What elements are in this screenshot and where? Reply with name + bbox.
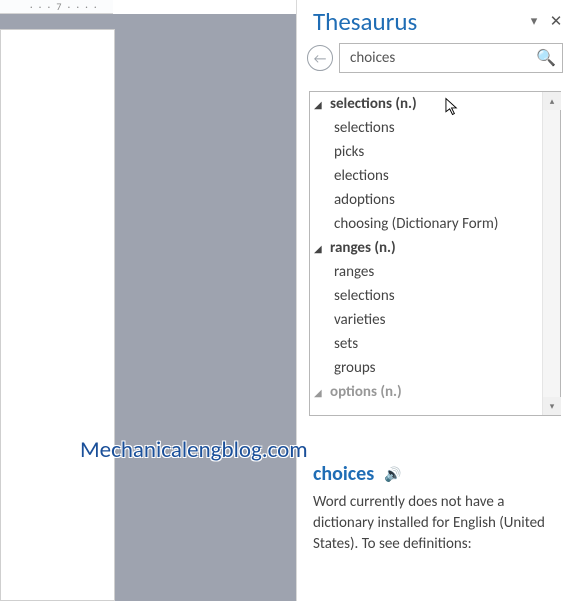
synonym-item[interactable]: varieties: [310, 308, 542, 332]
search-icon[interactable]: 🔍: [536, 48, 556, 68]
synonym-item[interactable]: picks: [310, 140, 542, 164]
group-header-label: options (n.): [330, 383, 402, 401]
pane-header: Thesaurus ▾ ✕: [297, 0, 573, 43]
search-input[interactable]: [350, 49, 536, 67]
synonym-item[interactable]: ranges: [310, 260, 542, 284]
synonym-item[interactable]: adoptions: [310, 188, 542, 212]
synonym-item[interactable]: elections: [310, 164, 542, 188]
collapse-arrow-icon: ◢: [314, 386, 328, 399]
back-arrow-icon: ←: [314, 50, 327, 67]
collapse-arrow-icon: ◢: [314, 98, 328, 111]
collapse-arrow-icon: ◢: [314, 242, 328, 255]
search-row: ← 🔍: [297, 43, 573, 81]
scrollbar[interactable]: ▴ ▾: [542, 92, 560, 415]
scroll-up-button[interactable]: ▴: [543, 92, 561, 110]
ruler: · · · 7 · · · ·: [0, 0, 113, 14]
definition-section: choices 🔊 Word currently does not have a…: [297, 416, 573, 555]
pane-options-dropdown[interactable]: ▾: [525, 14, 543, 29]
group-header-ranges[interactable]: ◢ ranges (n.): [310, 236, 542, 260]
speaker-icon[interactable]: 🔊: [384, 466, 401, 483]
synonym-item[interactable]: sets: [310, 332, 542, 356]
group-header-selections[interactable]: ◢ selections (n.): [310, 92, 542, 116]
pane-title: Thesaurus: [313, 6, 417, 37]
document-page[interactable]: [0, 29, 115, 601]
definition-header: choices 🔊: [313, 462, 559, 486]
document-background: [0, 14, 296, 601]
group-header-label: ranges (n.): [330, 239, 396, 257]
synonym-item[interactable]: selections: [310, 284, 542, 308]
definition-word: choices: [313, 462, 374, 486]
pane-controls: ▾ ✕: [525, 12, 565, 31]
watermark-text: Mechanicalengblog.com: [80, 436, 308, 464]
scroll-down-button[interactable]: ▾: [543, 397, 561, 415]
thesaurus-pane: Thesaurus ▾ ✕ ← 🔍 ◢ selections (n.) sele…: [296, 0, 573, 601]
results-list: ◢ selections (n.) selections picks elect…: [309, 91, 561, 416]
definition-text: Word currently does not have a dictionar…: [313, 492, 559, 555]
close-icon[interactable]: ✕: [547, 12, 565, 31]
group-header-label: selections (n.): [330, 95, 417, 113]
synonym-item[interactable]: selections: [310, 116, 542, 140]
search-box[interactable]: 🔍: [339, 43, 563, 73]
synonym-item[interactable]: groups: [310, 356, 542, 380]
results-inner: ◢ selections (n.) selections picks elect…: [310, 92, 542, 415]
synonym-item[interactable]: choosing (Dictionary Form): [310, 212, 542, 236]
back-button[interactable]: ←: [307, 45, 333, 71]
group-header-options[interactable]: ◢ options (n.): [310, 380, 542, 404]
